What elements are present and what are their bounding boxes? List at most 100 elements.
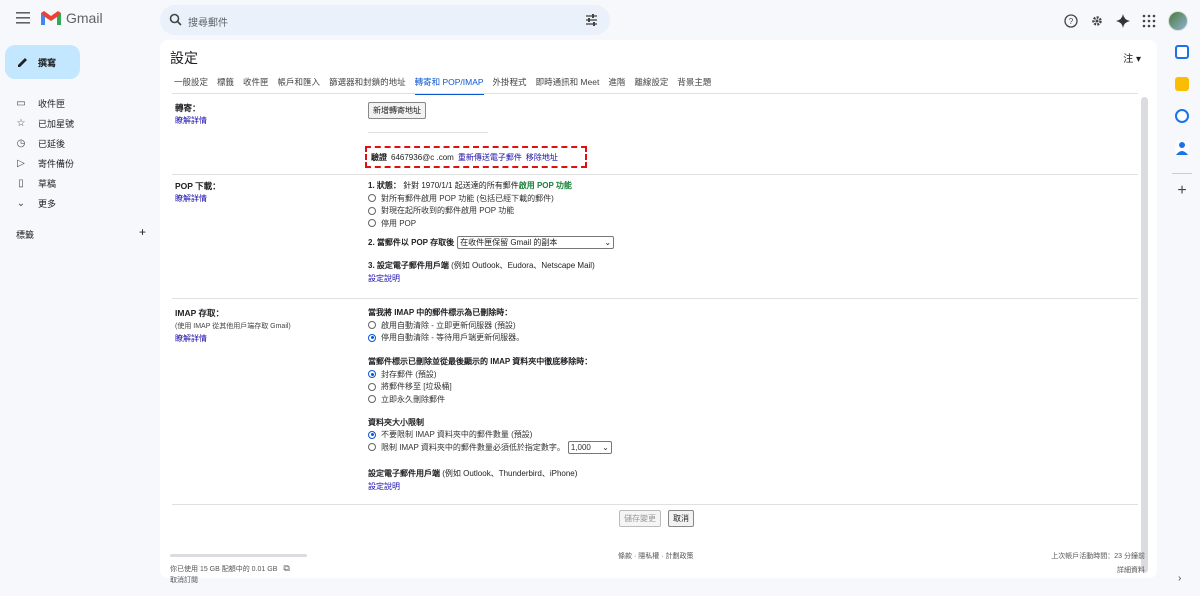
sidebar-item[interactable]: ☆ 已加星號 xyxy=(0,113,150,133)
radio-option[interactable]: 啟用自動清除 - 立即更新伺服器 (預設) xyxy=(368,319,612,332)
radio-button[interactable] xyxy=(368,333,376,342)
pop-step3-label: 3. 設定電子郵件用戶端 xyxy=(368,260,449,270)
imap-config-link[interactable]: 設定說明 xyxy=(368,481,612,492)
search-icon[interactable] xyxy=(169,13,182,26)
radio-option[interactable]: 對現在起所收到的郵件啟用 POP 功能 xyxy=(368,205,614,218)
pop-status-enabled: 啟用 POP 功能 xyxy=(518,181,572,190)
search-bar[interactable]: 搜尋郵件 xyxy=(160,5,610,35)
pop-settings: 1. 狀態： 針對 1970/1/1 起送達的所有郵件啟用 POP 功能 對所有… xyxy=(368,180,615,284)
compose-button[interactable]: 撰寫 xyxy=(5,45,80,79)
resend-email-link[interactable]: 重新傳送電子郵件 xyxy=(458,152,522,163)
radio-label: 對所有郵件啟用 POP 功能 (包括已經下載的郵件) xyxy=(381,193,554,203)
external-link-icon[interactable]: ⧉ xyxy=(283,563,289,574)
gemini-sparkle-icon[interactable] xyxy=(1116,14,1130,28)
radio-label: 不要限制 IMAP 資料夾中的郵件數量 (預設) xyxy=(381,430,533,440)
account-activity: 上次帳戶活動時間：23 分鐘前 詳細資料 xyxy=(1051,551,1145,575)
pop-learn-more-link[interactable]: 瞭解詳情 xyxy=(175,193,207,204)
radio-option[interactable]: 封存郵件 (預設) xyxy=(368,368,612,381)
gmail-m-icon xyxy=(41,11,61,25)
input-tools-menu[interactable]: 注 ▾ xyxy=(1123,50,1141,65)
radio-button[interactable] xyxy=(368,382,376,391)
radio-option[interactable]: 停用 POP xyxy=(368,217,614,230)
manage-storage-link[interactable]: 取消訂閱 xyxy=(170,575,198,585)
sidebar-item[interactable]: ▯ 草稿 xyxy=(0,173,150,193)
search-input[interactable]: 搜尋郵件 xyxy=(188,14,228,29)
verify-forwarding-row: 驗證 6467936@c .com 重新傳送電子郵件 移除地址 xyxy=(365,146,587,168)
top-right-icons: ? xyxy=(1064,11,1188,31)
radio-option[interactable]: 停用自動清除 - 等待用戶端更新伺服器。 xyxy=(368,332,612,345)
calendar-icon[interactable] xyxy=(1175,45,1189,59)
scrollbar[interactable] xyxy=(1141,97,1148,573)
search-options-icon[interactable] xyxy=(585,13,598,26)
pop-step2: 2. 當郵件以 POP 存取後 在收件匣保留 Gmail 的副本 ⌄ xyxy=(368,235,615,249)
tasks-icon[interactable] xyxy=(1175,109,1189,123)
star-icon: ☆ xyxy=(16,117,26,129)
sidebar-nav: ▭ 收件匣 ☆ 已加星號 ◷ 已延後 ▷ 寄件備份 ▯ 草稿 ⌄ 更多 xyxy=(0,93,150,213)
sidebar-item[interactable]: ⌄ 更多 xyxy=(0,193,150,213)
imap-settings: 當我將 IMAP 中的郵件標示為已刪除時： 啟用自動清除 - 立即更新伺服器 (… xyxy=(368,307,612,492)
add-addon-icon[interactable]: + xyxy=(1177,183,1186,199)
radio-button[interactable] xyxy=(368,430,376,439)
cancel-button[interactable]: 取消 xyxy=(668,510,694,527)
save-changes-button[interactable]: 儲存變更 xyxy=(619,510,661,527)
sidebar-item[interactable]: ◷ 已延後 xyxy=(0,133,150,153)
apps-grid-icon[interactable] xyxy=(1142,14,1156,28)
radio-option[interactable]: 立即永久刪除郵件 xyxy=(368,393,612,406)
sidebar-item-label: 已加星號 xyxy=(38,118,75,129)
sidebar-item-label: 已延後 xyxy=(38,138,66,149)
imap-folder-options: 不要限制 IMAP 資料夾中的郵件數量 (預設) 限制 IMAP 資料夾中的郵件數… xyxy=(368,429,612,454)
input-tools-label: 注 xyxy=(1123,54,1134,65)
radio-option[interactable]: 對所有郵件啟用 POP 功能 (包括已經下載的郵件) xyxy=(368,192,614,205)
imap-title: IMAP 存取： xyxy=(175,308,224,318)
add-forwarding-address-button[interactable]: 新增轉寄地址 xyxy=(368,102,426,119)
draft-icon: ▯ xyxy=(18,177,24,189)
imap-client-title: 設定電子郵件用戶端 xyxy=(368,468,440,478)
pop-config-link[interactable]: 設定說明 xyxy=(368,273,614,284)
radio-option[interactable]: 限制 IMAP 資料夾中的郵件數量必須低於指定數字。 1,000 ⌄ xyxy=(368,440,612,454)
imap-expunge-title: 當郵件標示已刪除並從最後顯示的 IMAP 資料夾中徹底移除時： xyxy=(368,357,593,366)
radio-button[interactable] xyxy=(368,206,376,215)
pop-step2-label: 2. 當郵件以 POP 存取後 xyxy=(368,237,455,247)
forwarding-learn-more-link[interactable]: 瞭解詳情 xyxy=(175,115,207,126)
radio-button[interactable] xyxy=(368,370,376,379)
radio-button[interactable] xyxy=(368,194,376,203)
imap-learn-more-link[interactable]: 瞭解詳情 xyxy=(175,333,207,344)
imap-client-note: (例如 Outlook、Thunderbird、iPhone) xyxy=(442,468,578,478)
radio-option[interactable]: 不要限制 IMAP 資料夾中的郵件數量 (預設) xyxy=(368,429,612,442)
radio-label: 限制 IMAP 資料夾中的郵件數量必須低於指定數字。 xyxy=(381,442,565,452)
imap-client: 設定電子郵件用戶端 (例如 Outlook、Thunderbird、iPhone… xyxy=(368,468,612,479)
add-label-icon[interactable]: + xyxy=(139,226,146,241)
contacts-icon[interactable] xyxy=(1175,141,1189,155)
verify-label: 驗證 xyxy=(371,152,387,162)
sidebar-item[interactable]: ▭ 收件匣 xyxy=(0,93,150,113)
gmail-logo[interactable]: Gmail xyxy=(40,10,103,26)
settings-panel: 設定 注 ▾ 一般設定 標籤 收件匣 帳戶和匯入 篩選器和封鎖的地址 轉寄和 POP/IM… xyxy=(160,40,1157,584)
folder-limit-select[interactable]: 1,000 ⌄ xyxy=(567,440,612,454)
remove-address-link[interactable]: 移除地址 xyxy=(526,152,558,163)
keep-icon[interactable] xyxy=(1175,77,1189,91)
radio-option[interactable]: 將郵件移至 [垃圾桶] xyxy=(368,381,612,394)
pop-action-select[interactable]: 在收件匣保留 Gmail 的副本 ⌄ xyxy=(457,235,615,249)
settings-gear-icon[interactable] xyxy=(1090,14,1104,28)
show-side-panel-icon[interactable]: › xyxy=(1178,573,1181,584)
forwarding-divider xyxy=(368,132,488,133)
radio-label: 停用 POP xyxy=(381,218,417,228)
radio-button[interactable] xyxy=(368,395,376,404)
main-menu-icon[interactable] xyxy=(16,12,30,24)
account-avatar[interactable] xyxy=(1168,11,1188,31)
select-arrow-icon: ⌄ xyxy=(602,442,609,452)
sidebar-item[interactable]: ▷ 寄件備份 xyxy=(0,153,150,173)
radio-label: 停用自動清除 - 等待用戶端更新伺服器。 xyxy=(381,333,525,343)
footer-links[interactable]: 條款 · 隱私權 · 計劃政策 xyxy=(618,551,693,561)
activity-details-link[interactable]: 詳細資料 xyxy=(1051,565,1145,575)
pop-options: 對所有郵件啟用 POP 功能 (包括已經下載的郵件) 對現在起所收到的郵件啟用 P… xyxy=(368,192,614,230)
sidebar-item-label: 收件匣 xyxy=(38,98,66,109)
sidebar-item-label: 更多 xyxy=(38,198,57,209)
imap-expunge-options: 封存郵件 (預設) 將郵件移至 [垃圾桶] 立即永久刪除郵件 xyxy=(368,368,612,406)
radio-button[interactable] xyxy=(368,219,376,228)
select-arrow-icon: ⌄ xyxy=(604,237,612,247)
help-icon[interactable]: ? xyxy=(1064,14,1078,28)
radio-button[interactable] xyxy=(368,321,376,330)
chevron-down-icon: ⌄ xyxy=(16,197,26,209)
radio-button[interactable] xyxy=(368,443,376,452)
